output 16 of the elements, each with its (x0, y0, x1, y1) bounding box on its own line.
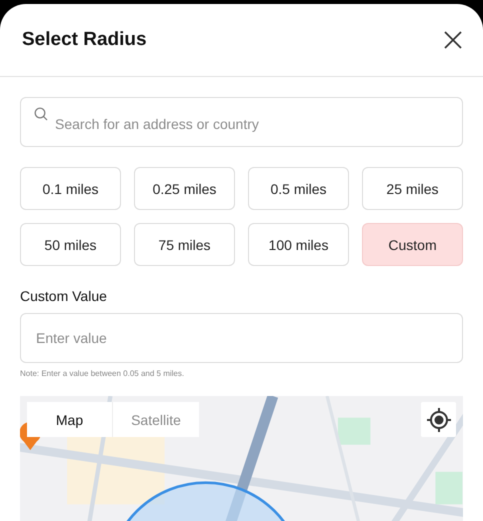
field-label: Custom Value (20, 288, 108, 304)
map-type-tab[interactable]: Map (27, 402, 113, 437)
radius-option[interactable]: 75 miles (134, 223, 235, 266)
radius-option[interactable]: 50 miles (20, 223, 121, 266)
note-text: Note: Enter a value between 0.05 and 5 miles. (20, 369, 186, 378)
radius-option[interactable]: 100 miles (248, 223, 349, 266)
radius-option[interactable]: 0.5 miles (248, 167, 349, 210)
dialog-title: Select Radius (22, 29, 147, 51)
radius-option[interactable]: Custom (362, 223, 463, 266)
radius-option[interactable]: 25 miles (362, 167, 463, 210)
input-field[interactable]: Enter value (20, 313, 463, 363)
radius-option[interactable]: 0.25 miles (134, 167, 235, 210)
close-icon[interactable] (443, 30, 463, 50)
search-field[interactable]: Search for an address or country (20, 97, 463, 147)
radius-option[interactable]: 0.1 miles (20, 167, 121, 210)
locate-icon[interactable] (421, 402, 456, 437)
